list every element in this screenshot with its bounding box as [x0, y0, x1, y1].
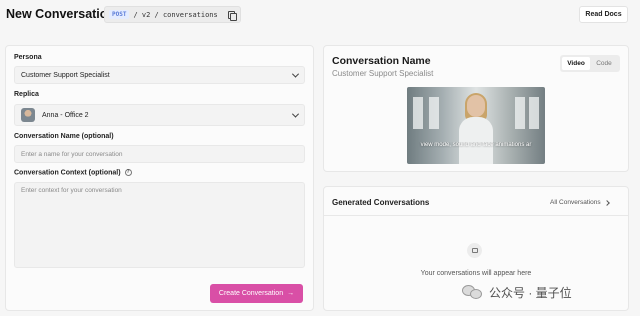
- conversation-form-card: Persona Customer Support Specialist Repl…: [5, 45, 314, 311]
- all-conversations-label: All Conversations: [550, 199, 601, 206]
- create-conversation-label: Create Conversation: [218, 290, 284, 297]
- watermark-text: 公众号 · 量子位: [489, 285, 572, 300]
- chevron-down-icon: [291, 110, 300, 118]
- preview-subtitle: Customer Support Specialist: [332, 69, 434, 78]
- preview-card: Conversation Name Customer Support Speci…: [323, 45, 629, 172]
- chevron-down-icon: [291, 70, 300, 78]
- conversation-context-label-text: Conversation Context (optional): [14, 169, 121, 177]
- tab-code[interactable]: Code: [590, 57, 618, 70]
- view-toggle: Video Code: [560, 55, 620, 72]
- chevron-right-icon: [603, 199, 610, 206]
- http-method-badge: POST: [109, 10, 130, 19]
- conversation-context-label: Conversation Context (optional) ?: [14, 169, 132, 176]
- video-caption: view mode, sound and face animations ar: [420, 142, 532, 148]
- conversation-name-placeholder: Enter a name for your conversation: [21, 150, 123, 158]
- tab-video[interactable]: Video: [562, 57, 590, 70]
- copy-icon[interactable]: [227, 10, 237, 21]
- replica-label: Replica: [14, 91, 39, 98]
- conversation-context-textarea[interactable]: Enter context for your conversation: [14, 182, 305, 268]
- persona-select[interactable]: Customer Support Specialist: [14, 66, 305, 84]
- all-conversations-link[interactable]: All Conversations: [550, 199, 610, 206]
- conversation-name-label: Conversation Name (optional): [14, 133, 114, 140]
- create-conversation-button[interactable]: Create Conversation →: [210, 284, 303, 303]
- empty-state-text: Your conversations will appear here: [420, 270, 532, 277]
- help-icon[interactable]: ?: [124, 169, 132, 176]
- preview-title: Conversation Name: [332, 55, 431, 67]
- persona-value: Customer Support Specialist: [21, 71, 110, 79]
- conversation-name-input[interactable]: Enter a name for your conversation: [14, 145, 305, 163]
- wechat-logo-icon: [462, 283, 484, 301]
- watermark: 公众号 · 量子位: [462, 283, 572, 301]
- persona-label: Persona: [14, 54, 42, 61]
- generated-conversations-title: Generated Conversations: [332, 198, 430, 207]
- replica-avatar: [21, 108, 35, 122]
- replica-select[interactable]: Anna - Office 2: [14, 104, 305, 126]
- endpoint-chip: POST / v2 / conversations: [104, 6, 241, 23]
- replica-value: Anna - Office 2: [42, 111, 89, 119]
- endpoint-path: / v2 / conversations: [133, 10, 218, 19]
- read-docs-button[interactable]: Read Docs: [579, 6, 628, 23]
- replica-video-preview[interactable]: view mode, sound and face animations ar: [407, 87, 545, 164]
- divider: [324, 215, 628, 216]
- page-title: New Conversation: [6, 7, 116, 21]
- conversation-context-placeholder: Enter context for your conversation: [21, 187, 122, 194]
- monitor-icon: [467, 243, 482, 258]
- arrow-right-icon: →: [287, 290, 295, 297]
